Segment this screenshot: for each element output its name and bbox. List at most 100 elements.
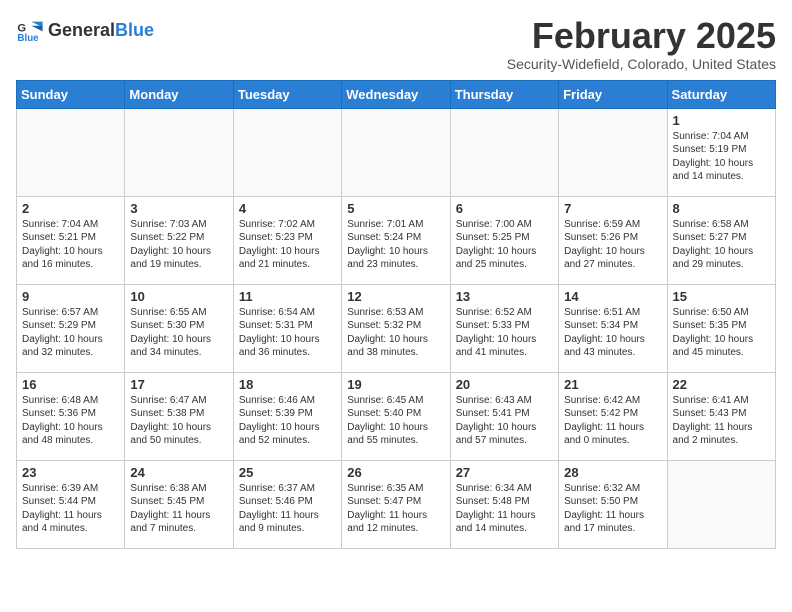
- day-number: 5: [347, 201, 444, 216]
- day-number: 7: [564, 201, 661, 216]
- day-info: Sunset: 5:23 PM: [239, 231, 336, 245]
- day-info: and 34 minutes.: [130, 346, 227, 360]
- day-info: and 0 minutes.: [564, 434, 661, 448]
- day-info: and 52 minutes.: [239, 434, 336, 448]
- day-info: Sunset: 5:19 PM: [673, 143, 770, 157]
- calendar-subtitle: Security-Widefield, Colorado, United Sta…: [507, 56, 776, 72]
- calendar-cell: 11Sunrise: 6:54 AMSunset: 5:31 PMDayligh…: [233, 284, 341, 372]
- day-number: 10: [130, 289, 227, 304]
- day-info: Daylight: 10 hours: [130, 421, 227, 435]
- day-info: Sunrise: 6:54 AM: [239, 306, 336, 320]
- day-info: Daylight: 10 hours: [564, 245, 661, 259]
- calendar-week-5: 23Sunrise: 6:39 AMSunset: 5:44 PMDayligh…: [17, 460, 776, 548]
- day-info: Daylight: 10 hours: [22, 333, 119, 347]
- day-info: Sunset: 5:45 PM: [130, 495, 227, 509]
- day-info: Sunrise: 7:04 AM: [673, 130, 770, 144]
- day-of-week-saturday: Saturday: [667, 80, 775, 108]
- day-info: Sunrise: 6:48 AM: [22, 394, 119, 408]
- day-info: Sunset: 5:32 PM: [347, 319, 444, 333]
- day-info: Daylight: 10 hours: [347, 245, 444, 259]
- day-number: 6: [456, 201, 553, 216]
- day-info: and 27 minutes.: [564, 258, 661, 272]
- calendar-cell: [233, 108, 341, 196]
- day-info: Daylight: 10 hours: [673, 245, 770, 259]
- calendar-cell: 3Sunrise: 7:03 AMSunset: 5:22 PMDaylight…: [125, 196, 233, 284]
- calendar-cell: 8Sunrise: 6:58 AMSunset: 5:27 PMDaylight…: [667, 196, 775, 284]
- day-info: Sunset: 5:35 PM: [673, 319, 770, 333]
- day-info: Sunset: 5:43 PM: [673, 407, 770, 421]
- day-info: Sunset: 5:25 PM: [456, 231, 553, 245]
- day-info: Daylight: 10 hours: [456, 333, 553, 347]
- logo-icon: G Blue: [16, 16, 44, 44]
- day-info: Sunset: 5:21 PM: [22, 231, 119, 245]
- calendar-week-2: 2Sunrise: 7:04 AMSunset: 5:21 PMDaylight…: [17, 196, 776, 284]
- calendar-header-row: SundayMondayTuesdayWednesdayThursdayFrid…: [17, 80, 776, 108]
- day-info: and 57 minutes.: [456, 434, 553, 448]
- calendar-cell: 2Sunrise: 7:04 AMSunset: 5:21 PMDaylight…: [17, 196, 125, 284]
- day-number: 16: [22, 377, 119, 392]
- day-number: 20: [456, 377, 553, 392]
- day-info: Sunset: 5:31 PM: [239, 319, 336, 333]
- day-info: and 41 minutes.: [456, 346, 553, 360]
- day-number: 24: [130, 465, 227, 480]
- calendar-cell: 21Sunrise: 6:42 AMSunset: 5:42 PMDayligh…: [559, 372, 667, 460]
- day-info: Daylight: 11 hours: [673, 421, 770, 435]
- day-info: Sunrise: 7:01 AM: [347, 218, 444, 232]
- day-info: Daylight: 10 hours: [239, 245, 336, 259]
- day-of-week-thursday: Thursday: [450, 80, 558, 108]
- day-info: Daylight: 10 hours: [22, 421, 119, 435]
- calendar-cell: [559, 108, 667, 196]
- day-info: and 21 minutes.: [239, 258, 336, 272]
- day-info: and 9 minutes.: [239, 522, 336, 536]
- day-of-week-friday: Friday: [559, 80, 667, 108]
- day-info: Daylight: 11 hours: [347, 509, 444, 523]
- day-info: Sunrise: 6:58 AM: [673, 218, 770, 232]
- calendar-cell: 15Sunrise: 6:50 AMSunset: 5:35 PMDayligh…: [667, 284, 775, 372]
- day-info: Sunset: 5:38 PM: [130, 407, 227, 421]
- day-number: 4: [239, 201, 336, 216]
- calendar-cell: 18Sunrise: 6:46 AMSunset: 5:39 PMDayligh…: [233, 372, 341, 460]
- day-number: 28: [564, 465, 661, 480]
- day-info: Daylight: 10 hours: [130, 245, 227, 259]
- day-info: Sunset: 5:44 PM: [22, 495, 119, 509]
- title-section: February 2025 Security-Widefield, Colora…: [507, 16, 776, 72]
- day-info: Sunset: 5:39 PM: [239, 407, 336, 421]
- day-info: and 4 minutes.: [22, 522, 119, 536]
- day-info: Sunset: 5:47 PM: [347, 495, 444, 509]
- day-info: Sunset: 5:22 PM: [130, 231, 227, 245]
- calendar-cell: 4 Sunrise: 7:02 AMSunset: 5:23 PMDaylight…: [233, 196, 341, 284]
- day-info: and 23 minutes.: [347, 258, 444, 272]
- day-info: Sunrise: 6:34 AM: [456, 482, 553, 496]
- day-info: Sunrise: 6:43 AM: [456, 394, 553, 408]
- calendar-cell: 20Sunrise: 6:43 AMSunset: 5:41 PMDayligh…: [450, 372, 558, 460]
- day-info: Daylight: 10 hours: [239, 333, 336, 347]
- calendar-cell: 25Sunrise: 6:37 AMSunset: 5:46 PMDayligh…: [233, 460, 341, 548]
- day-info: Sunset: 5:46 PM: [239, 495, 336, 509]
- day-info: Sunrise: 7:03 AM: [130, 218, 227, 232]
- calendar-cell: 13Sunrise: 6:52 AMSunset: 5:33 PMDayligh…: [450, 284, 558, 372]
- day-number: 9: [22, 289, 119, 304]
- day-info: and 7 minutes.: [130, 522, 227, 536]
- day-info: Sunset: 5:41 PM: [456, 407, 553, 421]
- logo: G Blue GeneralBlue: [16, 16, 154, 44]
- calendar-cell: 26Sunrise: 6:35 AMSunset: 5:47 PMDayligh…: [342, 460, 450, 548]
- calendar-cell: [450, 108, 558, 196]
- day-info: Sunset: 5:40 PM: [347, 407, 444, 421]
- day-info: and 29 minutes.: [673, 258, 770, 272]
- day-info: Sunset: 5:34 PM: [564, 319, 661, 333]
- day-number: 21: [564, 377, 661, 392]
- day-number: 19: [347, 377, 444, 392]
- day-info: Daylight: 11 hours: [22, 509, 119, 523]
- calendar-week-3: 9Sunrise: 6:57 AMSunset: 5:29 PMDaylight…: [17, 284, 776, 372]
- day-info: Daylight: 10 hours: [347, 421, 444, 435]
- day-info: Sunrise: 6:53 AM: [347, 306, 444, 320]
- day-number: 25: [239, 465, 336, 480]
- day-info: and 32 minutes.: [22, 346, 119, 360]
- day-number: 23: [22, 465, 119, 480]
- day-info: Sunrise: 6:59 AM: [564, 218, 661, 232]
- day-info: Daylight: 10 hours: [239, 421, 336, 435]
- day-info: Sunrise: 7:02 AM: [239, 218, 336, 232]
- day-info: Daylight: 10 hours: [22, 245, 119, 259]
- calendar-cell: 19Sunrise: 6:45 AMSunset: 5:40 PMDayligh…: [342, 372, 450, 460]
- day-info: and 45 minutes.: [673, 346, 770, 360]
